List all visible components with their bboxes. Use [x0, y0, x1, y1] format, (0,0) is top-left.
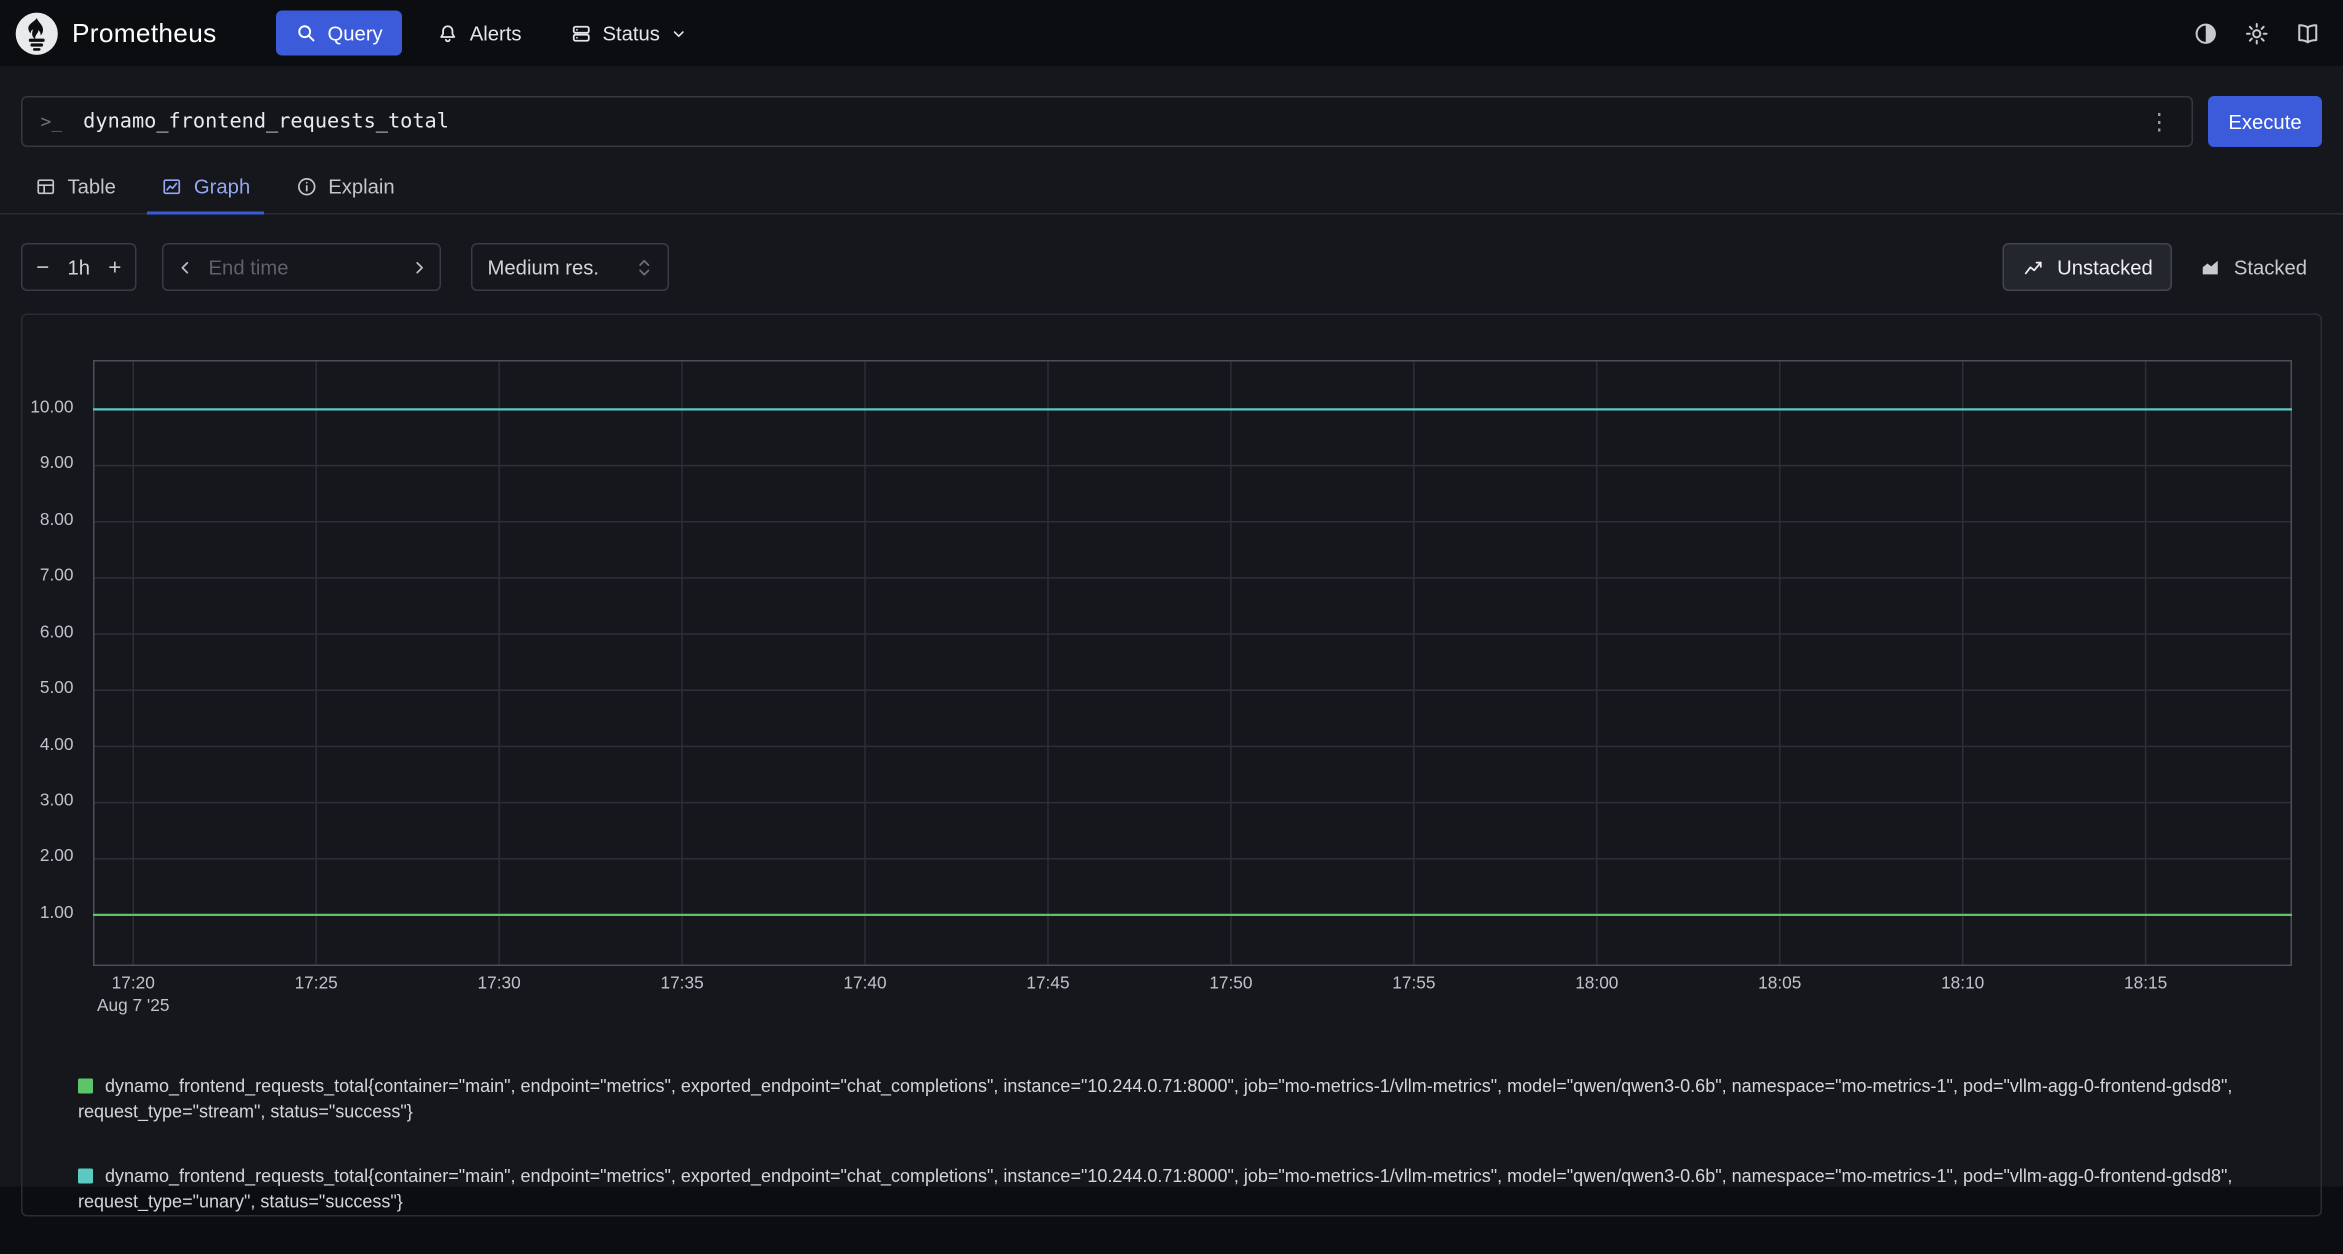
resolution-value: Medium res.: [488, 256, 599, 279]
settings-button[interactable]: [2235, 12, 2277, 54]
book-icon: [2294, 20, 2320, 46]
gear-icon: [2243, 20, 2269, 46]
nav-status-label: Status: [602, 22, 659, 45]
terminal-prompt-icon: >_: [41, 111, 63, 132]
y-tick-label: 3.00: [40, 792, 74, 810]
legend-item[interactable]: dynamo_frontend_requests_total{container…: [78, 1164, 2294, 1215]
x-tick-label: 17:55: [1392, 975, 1435, 993]
y-tick-label: 10.00: [30, 399, 73, 417]
x-axis-labels: 17:20 Aug 7 '25 17:25 17:30 17:35 17:40 17:45 1…: [93, 966, 2292, 1029]
legend-label: dynamo_frontend_requests_total{container…: [78, 1166, 2232, 1213]
brand-name: Prometheus: [72, 17, 217, 49]
time-forward-button[interactable]: [398, 245, 440, 290]
main-nav: Query Alerts: [277, 11, 701, 56]
x-tick-label: 17:40: [843, 975, 886, 993]
y-tick-label: 8.00: [40, 511, 74, 529]
x-tick-label: 17:25: [295, 975, 338, 993]
graph-panel: 1.00 2.00 3.00 4.00 5.00 6.00 7.00 8.00 9.00 10.0…: [21, 314, 2322, 1217]
navbar: Prometheus Query Alerts: [0, 0, 2343, 66]
select-chevrons-icon: [636, 257, 653, 277]
unstacked-label: Unstacked: [2057, 256, 2153, 279]
y-tick-label: 5.00: [40, 680, 74, 698]
brand[interactable]: Prometheus: [15, 11, 217, 55]
range-selector: − 1h +: [21, 243, 137, 291]
x-tick-label: 17:20: [112, 975, 155, 993]
nav-query-label: Query: [328, 22, 383, 45]
contrast-icon: [2192, 20, 2218, 46]
unstacked-button[interactable]: Unstacked: [2003, 243, 2172, 291]
x-axis-date-label: Aug 7 '25: [97, 998, 169, 1016]
search-icon: [296, 23, 317, 44]
server-icon: [569, 22, 592, 45]
nav-alerts-label: Alerts: [470, 22, 522, 45]
theme-toggle-button[interactable]: [2184, 12, 2226, 54]
x-tick-label: 17:45: [1026, 975, 1069, 993]
x-tick-label: 17:50: [1209, 975, 1252, 993]
tab-graph-label: Graph: [194, 176, 250, 199]
nav-query[interactable]: Query: [277, 11, 403, 56]
chart-area-icon: [2199, 256, 2222, 279]
table-icon: [35, 176, 58, 199]
tab-graph[interactable]: Graph: [147, 165, 263, 213]
stacked-label: Stacked: [2234, 256, 2307, 279]
execute-button[interactable]: Execute: [2208, 96, 2322, 147]
range-value[interactable]: 1h: [63, 256, 95, 279]
bell-icon: [437, 22, 460, 45]
y-tick-label: 1.00: [40, 904, 74, 922]
y-tick-label: 7.00: [40, 567, 74, 585]
x-tick-label: 18:15: [2124, 975, 2167, 993]
x-tick-label: 17:35: [660, 975, 703, 993]
graph-icon: [161, 176, 184, 199]
info-icon: [295, 176, 318, 199]
y-tick-label: 9.00: [40, 455, 74, 473]
panel-tabs: Table Graph Explain: [0, 165, 2343, 215]
legend-swatch: [78, 1169, 93, 1184]
graph-controls: − 1h + Medium res.: [21, 243, 2322, 291]
tab-table-label: Table: [68, 176, 116, 199]
range-increase-button[interactable]: +: [95, 245, 136, 290]
tab-explain[interactable]: Explain: [282, 165, 408, 213]
tab-explain-label: Explain: [328, 176, 394, 199]
chart-line-icon: [2023, 256, 2046, 279]
legend-swatch: [78, 1079, 93, 1094]
y-tick-label: 6.00: [40, 624, 74, 642]
prometheus-app: Prometheus Query Alerts: [0, 0, 2343, 1187]
range-decrease-button[interactable]: −: [23, 245, 64, 290]
legend-item[interactable]: dynamo_frontend_requests_total{container…: [78, 1074, 2294, 1125]
nav-alerts[interactable]: Alerts: [423, 11, 535, 56]
x-tick-label: 18:10: [1941, 975, 1984, 993]
stacked-button[interactable]: Stacked: [2184, 243, 2322, 291]
plot-area[interactable]: [93, 360, 2292, 966]
chevron-down-icon: [670, 25, 687, 42]
legend: dynamo_frontend_requests_total{container…: [78, 1074, 2294, 1254]
chart-svg: [93, 360, 2292, 966]
y-tick-label: 4.00: [40, 736, 74, 754]
docs-button[interactable]: [2286, 12, 2328, 54]
y-axis-labels: 1.00 2.00 3.00 4.00 5.00 6.00 7.00 8.00 9.00 10.0…: [23, 360, 86, 966]
end-time-input[interactable]: [206, 254, 398, 280]
resolution-select[interactable]: Medium res.: [471, 243, 669, 291]
navbar-actions: [2184, 12, 2328, 54]
expression-input[interactable]: [80, 108, 2145, 135]
prometheus-logo-icon: [15, 11, 59, 55]
kebab-menu-icon[interactable]: ⋮: [2145, 110, 2174, 133]
expression-input-wrapper[interactable]: >_ ⋮: [21, 96, 2193, 147]
end-time-picker: [162, 243, 441, 291]
query-row: >_ ⋮ Execute: [21, 96, 2322, 147]
x-tick-label: 18:05: [1758, 975, 1801, 993]
x-tick-label: 18:00: [1575, 975, 1618, 993]
time-back-button[interactable]: [164, 245, 206, 290]
legend-label: dynamo_frontend_requests_total{container…: [78, 1076, 2232, 1123]
tab-table[interactable]: Table: [21, 165, 129, 213]
nav-status[interactable]: Status: [556, 11, 700, 56]
x-tick-label: 17:30: [478, 975, 521, 993]
y-tick-label: 2.00: [40, 848, 74, 866]
